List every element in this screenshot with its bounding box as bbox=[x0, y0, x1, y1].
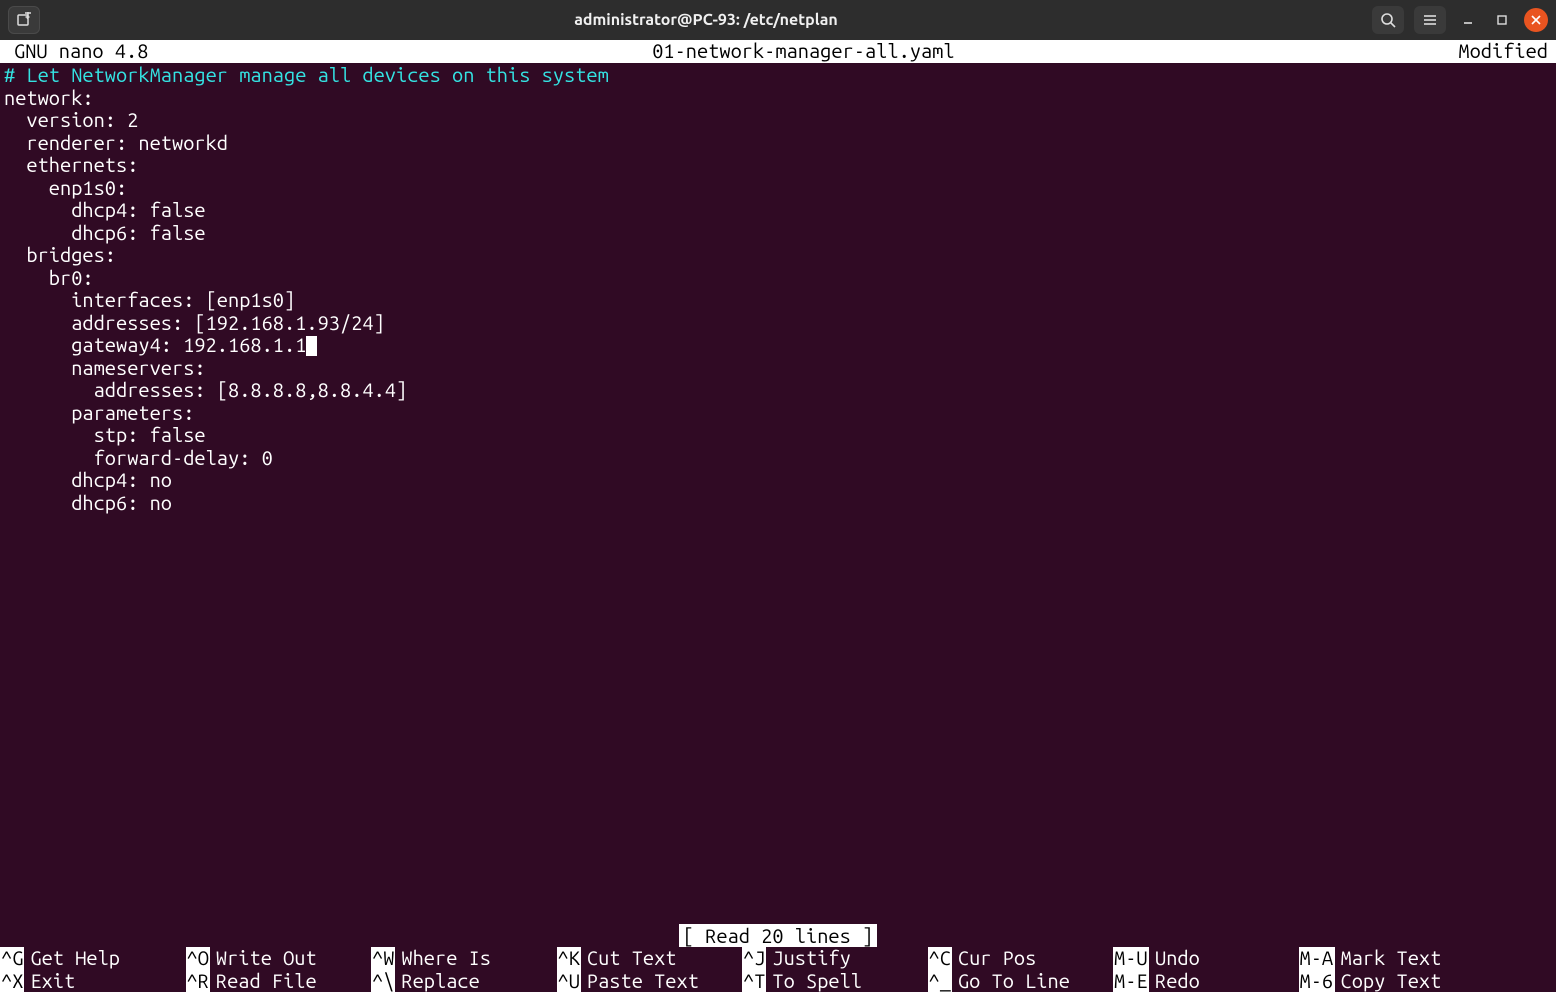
shortcut-key: ^_ bbox=[928, 970, 952, 992]
shortcut-label: Justify bbox=[772, 947, 850, 970]
shortcut-label: Mark Text bbox=[1341, 947, 1442, 970]
nano-status-message: [ Read 20 lines ] bbox=[679, 924, 877, 947]
minimize-button[interactable] bbox=[1456, 8, 1480, 32]
new-tab-icon bbox=[16, 12, 32, 28]
search-button[interactable] bbox=[1372, 6, 1404, 34]
shortcut-label: Go To Line bbox=[958, 970, 1070, 992]
shortcut-cell: M-U Undo bbox=[1113, 947, 1299, 970]
shortcut-label: Replace bbox=[401, 970, 479, 992]
shortcut-cell: M-A Mark Text bbox=[1299, 947, 1485, 970]
shortcut-cell: ^X Exit bbox=[0, 970, 186, 992]
shortcut-key: ^G bbox=[0, 947, 24, 970]
shortcut-key: ^T bbox=[742, 970, 766, 992]
text-cursor bbox=[306, 336, 317, 356]
shortcut-label: Write Out bbox=[216, 947, 317, 970]
nano-status-bar: [ Read 20 lines ] bbox=[0, 925, 1556, 947]
shortcut-key: ^R bbox=[186, 970, 210, 992]
window-title: administrator@PC-93: /etc/netplan bbox=[40, 11, 1372, 29]
shortcut-label: Exit bbox=[30, 970, 75, 992]
nano-app-label: GNU nano 4.8 bbox=[0, 40, 148, 63]
window-titlebar: administrator@PC-93: /etc/netplan bbox=[0, 0, 1556, 40]
shortcut-cell: ^G Get Help bbox=[0, 947, 186, 970]
close-icon bbox=[1530, 14, 1542, 26]
shortcut-cell: M-E Redo bbox=[1113, 970, 1299, 992]
shortcut-cell: ^_ Go To Line bbox=[928, 970, 1114, 992]
shortcut-key: M-U bbox=[1113, 947, 1149, 970]
maximize-icon bbox=[1496, 14, 1508, 26]
shortcut-key: ^\ bbox=[371, 970, 395, 992]
shortcut-key: ^W bbox=[371, 947, 395, 970]
shortcut-row: ^X Exit ^R Read File ^\ Replace ^U Paste Text ^T… bbox=[0, 970, 1556, 992]
shortcut-key: M-6 bbox=[1299, 970, 1335, 992]
shortcut-cell: ^T To Spell bbox=[742, 970, 928, 992]
shortcut-cell: ^\ Replace bbox=[371, 970, 557, 992]
shortcut-cell: ^C Cur Pos bbox=[928, 947, 1114, 970]
shortcut-row: ^G Get Help ^O Write Out ^W Where Is ^K Cut Tex… bbox=[0, 947, 1556, 970]
shortcut-label: Where Is bbox=[401, 947, 491, 970]
shortcut-cell: M-6 Copy Text bbox=[1299, 970, 1485, 992]
shortcut-label: Undo bbox=[1155, 947, 1200, 970]
search-icon bbox=[1380, 12, 1396, 28]
shortcut-label: Cut Text bbox=[587, 947, 677, 970]
shortcut-key: ^U bbox=[557, 970, 581, 992]
shortcut-label: Read File bbox=[216, 970, 317, 992]
nano-shortcuts: ^G Get Help ^O Write Out ^W Where Is ^K Cut Tex… bbox=[0, 947, 1556, 992]
shortcut-key: ^X bbox=[0, 970, 24, 992]
shortcut-cell: ^K Cut Text bbox=[557, 947, 743, 970]
menu-button[interactable] bbox=[1414, 6, 1446, 34]
new-tab-button[interactable] bbox=[8, 6, 40, 34]
shortcut-key: ^O bbox=[186, 947, 210, 970]
editor-area[interactable]: # Let NetworkManager manage all devices … bbox=[0, 63, 1556, 925]
shortcut-label: To Spell bbox=[772, 970, 862, 992]
shortcut-key: ^K bbox=[557, 947, 581, 970]
shortcut-key: M-A bbox=[1299, 947, 1335, 970]
shortcut-cell: ^J Justify bbox=[742, 947, 928, 970]
close-button[interactable] bbox=[1524, 8, 1548, 32]
shortcut-key: ^C bbox=[928, 947, 952, 970]
shortcut-cell: ^R Read File bbox=[186, 970, 372, 992]
maximize-button[interactable] bbox=[1490, 8, 1514, 32]
shortcut-key: M-E bbox=[1113, 970, 1149, 992]
comment-line: # Let NetworkManager manage all devices … bbox=[4, 63, 609, 86]
nano-modified-label: Modified bbox=[1458, 40, 1556, 63]
shortcut-cell: ^W Where Is bbox=[371, 947, 557, 970]
file-body-after-cursor: nameservers: addresses: [8.8.8.8,8.8.4.4… bbox=[4, 356, 407, 514]
shortcut-label: Cur Pos bbox=[958, 947, 1036, 970]
nano-filename: 01-network-manager-all.yaml bbox=[148, 40, 1458, 63]
shortcut-label: Redo bbox=[1155, 970, 1200, 992]
nano-header-bar: GNU nano 4.8 01-network-manager-all.yaml… bbox=[0, 40, 1556, 63]
minimize-icon bbox=[1462, 14, 1474, 26]
shortcut-cell: ^U Paste Text bbox=[557, 970, 743, 992]
shortcut-cell: ^O Write Out bbox=[186, 947, 372, 970]
shortcut-key: ^J bbox=[742, 947, 766, 970]
hamburger-icon bbox=[1422, 12, 1438, 28]
file-body-before-cursor: network: version: 2 renderer: networkd e… bbox=[4, 86, 385, 334]
shortcut-label: Copy Text bbox=[1341, 970, 1442, 992]
shortcut-label: Paste Text bbox=[587, 970, 699, 992]
cursor-line: gateway4: 192.168.1.1 bbox=[4, 333, 306, 356]
shortcut-label: Get Help bbox=[30, 947, 120, 970]
